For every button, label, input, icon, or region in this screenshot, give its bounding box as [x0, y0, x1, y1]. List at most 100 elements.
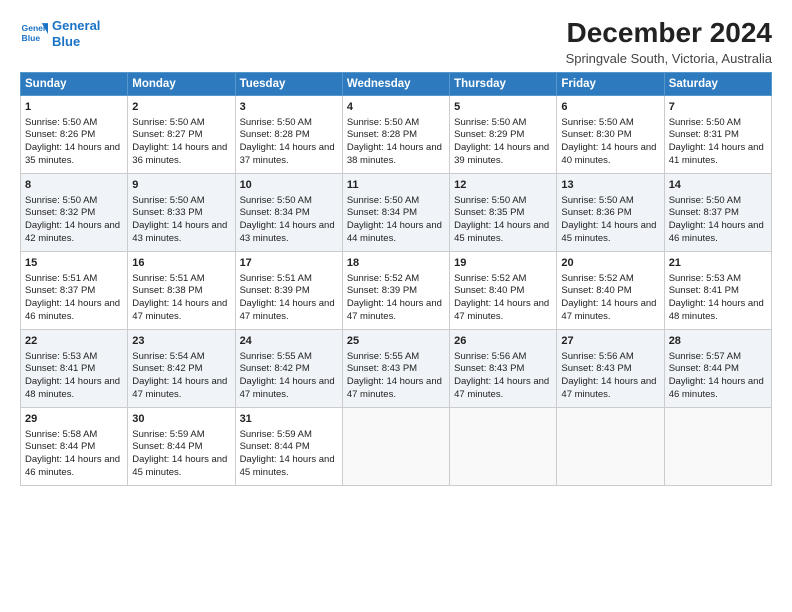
daylight: Daylight: 14 hours and 47 minutes. — [240, 298, 335, 322]
table-row: 5 Sunrise: 5:50 AM Sunset: 8:29 PM Dayli… — [450, 95, 557, 173]
daylight: Daylight: 14 hours and 39 minutes. — [454, 142, 549, 166]
sunset: Sunset: 8:44 PM — [240, 441, 310, 452]
day-number: 8 — [25, 178, 123, 193]
sunset: Sunset: 8:35 PM — [454, 207, 524, 218]
sunset: Sunset: 8:40 PM — [561, 285, 631, 296]
day-number: 3 — [240, 100, 338, 115]
sunrise: Sunrise: 5:52 AM — [347, 273, 419, 284]
sunset: Sunset: 8:27 PM — [132, 129, 202, 140]
day-number: 19 — [454, 256, 552, 271]
table-row: 9 Sunrise: 5:50 AM Sunset: 8:33 PM Dayli… — [128, 173, 235, 251]
calendar-title: December 2024 — [566, 18, 772, 49]
day-number: 28 — [669, 334, 767, 349]
sunrise: Sunrise: 5:53 AM — [669, 273, 741, 284]
day-number: 21 — [669, 256, 767, 271]
sunset: Sunset: 8:31 PM — [669, 129, 739, 140]
table-row: 24 Sunrise: 5:55 AM Sunset: 8:42 PM Dayl… — [235, 329, 342, 407]
daylight: Daylight: 14 hours and 48 minutes. — [25, 376, 120, 400]
sunrise: Sunrise: 5:55 AM — [240, 351, 312, 362]
daylight: Daylight: 14 hours and 45 minutes. — [561, 220, 656, 244]
calendar-page: General Blue GeneralBlue December 2024 S… — [0, 0, 792, 612]
calendar-week-5: 29 Sunrise: 5:58 AM Sunset: 8:44 PM Dayl… — [21, 407, 772, 485]
day-number: 1 — [25, 100, 123, 115]
sunset: Sunset: 8:44 PM — [132, 441, 202, 452]
table-row — [557, 407, 664, 485]
daylight: Daylight: 14 hours and 38 minutes. — [347, 142, 442, 166]
sunrise: Sunrise: 5:50 AM — [25, 195, 97, 206]
sunrise: Sunrise: 5:50 AM — [561, 117, 633, 128]
sunset: Sunset: 8:34 PM — [240, 207, 310, 218]
daylight: Daylight: 14 hours and 40 minutes. — [561, 142, 656, 166]
table-row: 19 Sunrise: 5:52 AM Sunset: 8:40 PM Dayl… — [450, 251, 557, 329]
daylight: Daylight: 14 hours and 47 minutes. — [561, 298, 656, 322]
sunset: Sunset: 8:43 PM — [347, 363, 417, 374]
table-row: 13 Sunrise: 5:50 AM Sunset: 8:36 PM Dayl… — [557, 173, 664, 251]
daylight: Daylight: 14 hours and 37 minutes. — [240, 142, 335, 166]
table-row: 27 Sunrise: 5:56 AM Sunset: 8:43 PM Dayl… — [557, 329, 664, 407]
table-row: 8 Sunrise: 5:50 AM Sunset: 8:32 PM Dayli… — [21, 173, 128, 251]
daylight: Daylight: 14 hours and 45 minutes. — [132, 454, 227, 478]
table-row: 21 Sunrise: 5:53 AM Sunset: 8:41 PM Dayl… — [664, 251, 771, 329]
table-row: 3 Sunrise: 5:50 AM Sunset: 8:28 PM Dayli… — [235, 95, 342, 173]
col-sunday: Sunday — [21, 72, 128, 95]
sunrise: Sunrise: 5:51 AM — [240, 273, 312, 284]
sunrise: Sunrise: 5:50 AM — [240, 195, 312, 206]
table-row: 7 Sunrise: 5:50 AM Sunset: 8:31 PM Dayli… — [664, 95, 771, 173]
day-number: 2 — [132, 100, 230, 115]
daylight: Daylight: 14 hours and 43 minutes. — [132, 220, 227, 244]
title-block: December 2024 Springvale South, Victoria… — [566, 18, 772, 66]
sunset: Sunset: 8:34 PM — [347, 207, 417, 218]
sunrise: Sunrise: 5:50 AM — [240, 117, 312, 128]
sunset: Sunset: 8:39 PM — [347, 285, 417, 296]
daylight: Daylight: 14 hours and 36 minutes. — [132, 142, 227, 166]
daylight: Daylight: 14 hours and 46 minutes. — [669, 220, 764, 244]
sunrise: Sunrise: 5:50 AM — [347, 195, 419, 206]
sunset: Sunset: 8:41 PM — [669, 285, 739, 296]
daylight: Daylight: 14 hours and 42 minutes. — [25, 220, 120, 244]
day-number: 12 — [454, 178, 552, 193]
day-number: 30 — [132, 412, 230, 427]
sunrise: Sunrise: 5:50 AM — [454, 117, 526, 128]
daylight: Daylight: 14 hours and 47 minutes. — [454, 376, 549, 400]
sunrise: Sunrise: 5:54 AM — [132, 351, 204, 362]
sunrise: Sunrise: 5:51 AM — [25, 273, 97, 284]
day-number: 14 — [669, 178, 767, 193]
day-number: 9 — [132, 178, 230, 193]
col-monday: Monday — [128, 72, 235, 95]
daylight: Daylight: 14 hours and 45 minutes. — [454, 220, 549, 244]
sunrise: Sunrise: 5:57 AM — [669, 351, 741, 362]
table-row — [664, 407, 771, 485]
day-number: 31 — [240, 412, 338, 427]
sunrise: Sunrise: 5:51 AM — [132, 273, 204, 284]
sunset: Sunset: 8:29 PM — [454, 129, 524, 140]
col-friday: Friday — [557, 72, 664, 95]
svg-text:Blue: Blue — [22, 33, 41, 43]
sunset: Sunset: 8:43 PM — [561, 363, 631, 374]
calendar-subtitle: Springvale South, Victoria, Australia — [566, 51, 772, 66]
sunset: Sunset: 8:42 PM — [132, 363, 202, 374]
table-row: 10 Sunrise: 5:50 AM Sunset: 8:34 PM Dayl… — [235, 173, 342, 251]
sunrise: Sunrise: 5:52 AM — [454, 273, 526, 284]
sunrise: Sunrise: 5:50 AM — [454, 195, 526, 206]
sunset: Sunset: 8:28 PM — [240, 129, 310, 140]
sunrise: Sunrise: 5:55 AM — [347, 351, 419, 362]
daylight: Daylight: 14 hours and 43 minutes. — [240, 220, 335, 244]
calendar-week-2: 8 Sunrise: 5:50 AM Sunset: 8:32 PM Dayli… — [21, 173, 772, 251]
sunrise: Sunrise: 5:50 AM — [669, 195, 741, 206]
sunrise: Sunrise: 5:50 AM — [669, 117, 741, 128]
col-wednesday: Wednesday — [342, 72, 449, 95]
sunset: Sunset: 8:40 PM — [454, 285, 524, 296]
sunset: Sunset: 8:39 PM — [240, 285, 310, 296]
sunset: Sunset: 8:30 PM — [561, 129, 631, 140]
table-row: 12 Sunrise: 5:50 AM Sunset: 8:35 PM Dayl… — [450, 173, 557, 251]
day-number: 20 — [561, 256, 659, 271]
header-row: Sunday Monday Tuesday Wednesday Thursday… — [21, 72, 772, 95]
calendar-table: Sunday Monday Tuesday Wednesday Thursday… — [20, 72, 772, 486]
daylight: Daylight: 14 hours and 47 minutes. — [240, 376, 335, 400]
day-number: 7 — [669, 100, 767, 115]
table-row: 14 Sunrise: 5:50 AM Sunset: 8:37 PM Dayl… — [664, 173, 771, 251]
day-number: 5 — [454, 100, 552, 115]
daylight: Daylight: 14 hours and 46 minutes. — [25, 298, 120, 322]
table-row: 22 Sunrise: 5:53 AM Sunset: 8:41 PM Dayl… — [21, 329, 128, 407]
daylight: Daylight: 14 hours and 48 minutes. — [669, 298, 764, 322]
